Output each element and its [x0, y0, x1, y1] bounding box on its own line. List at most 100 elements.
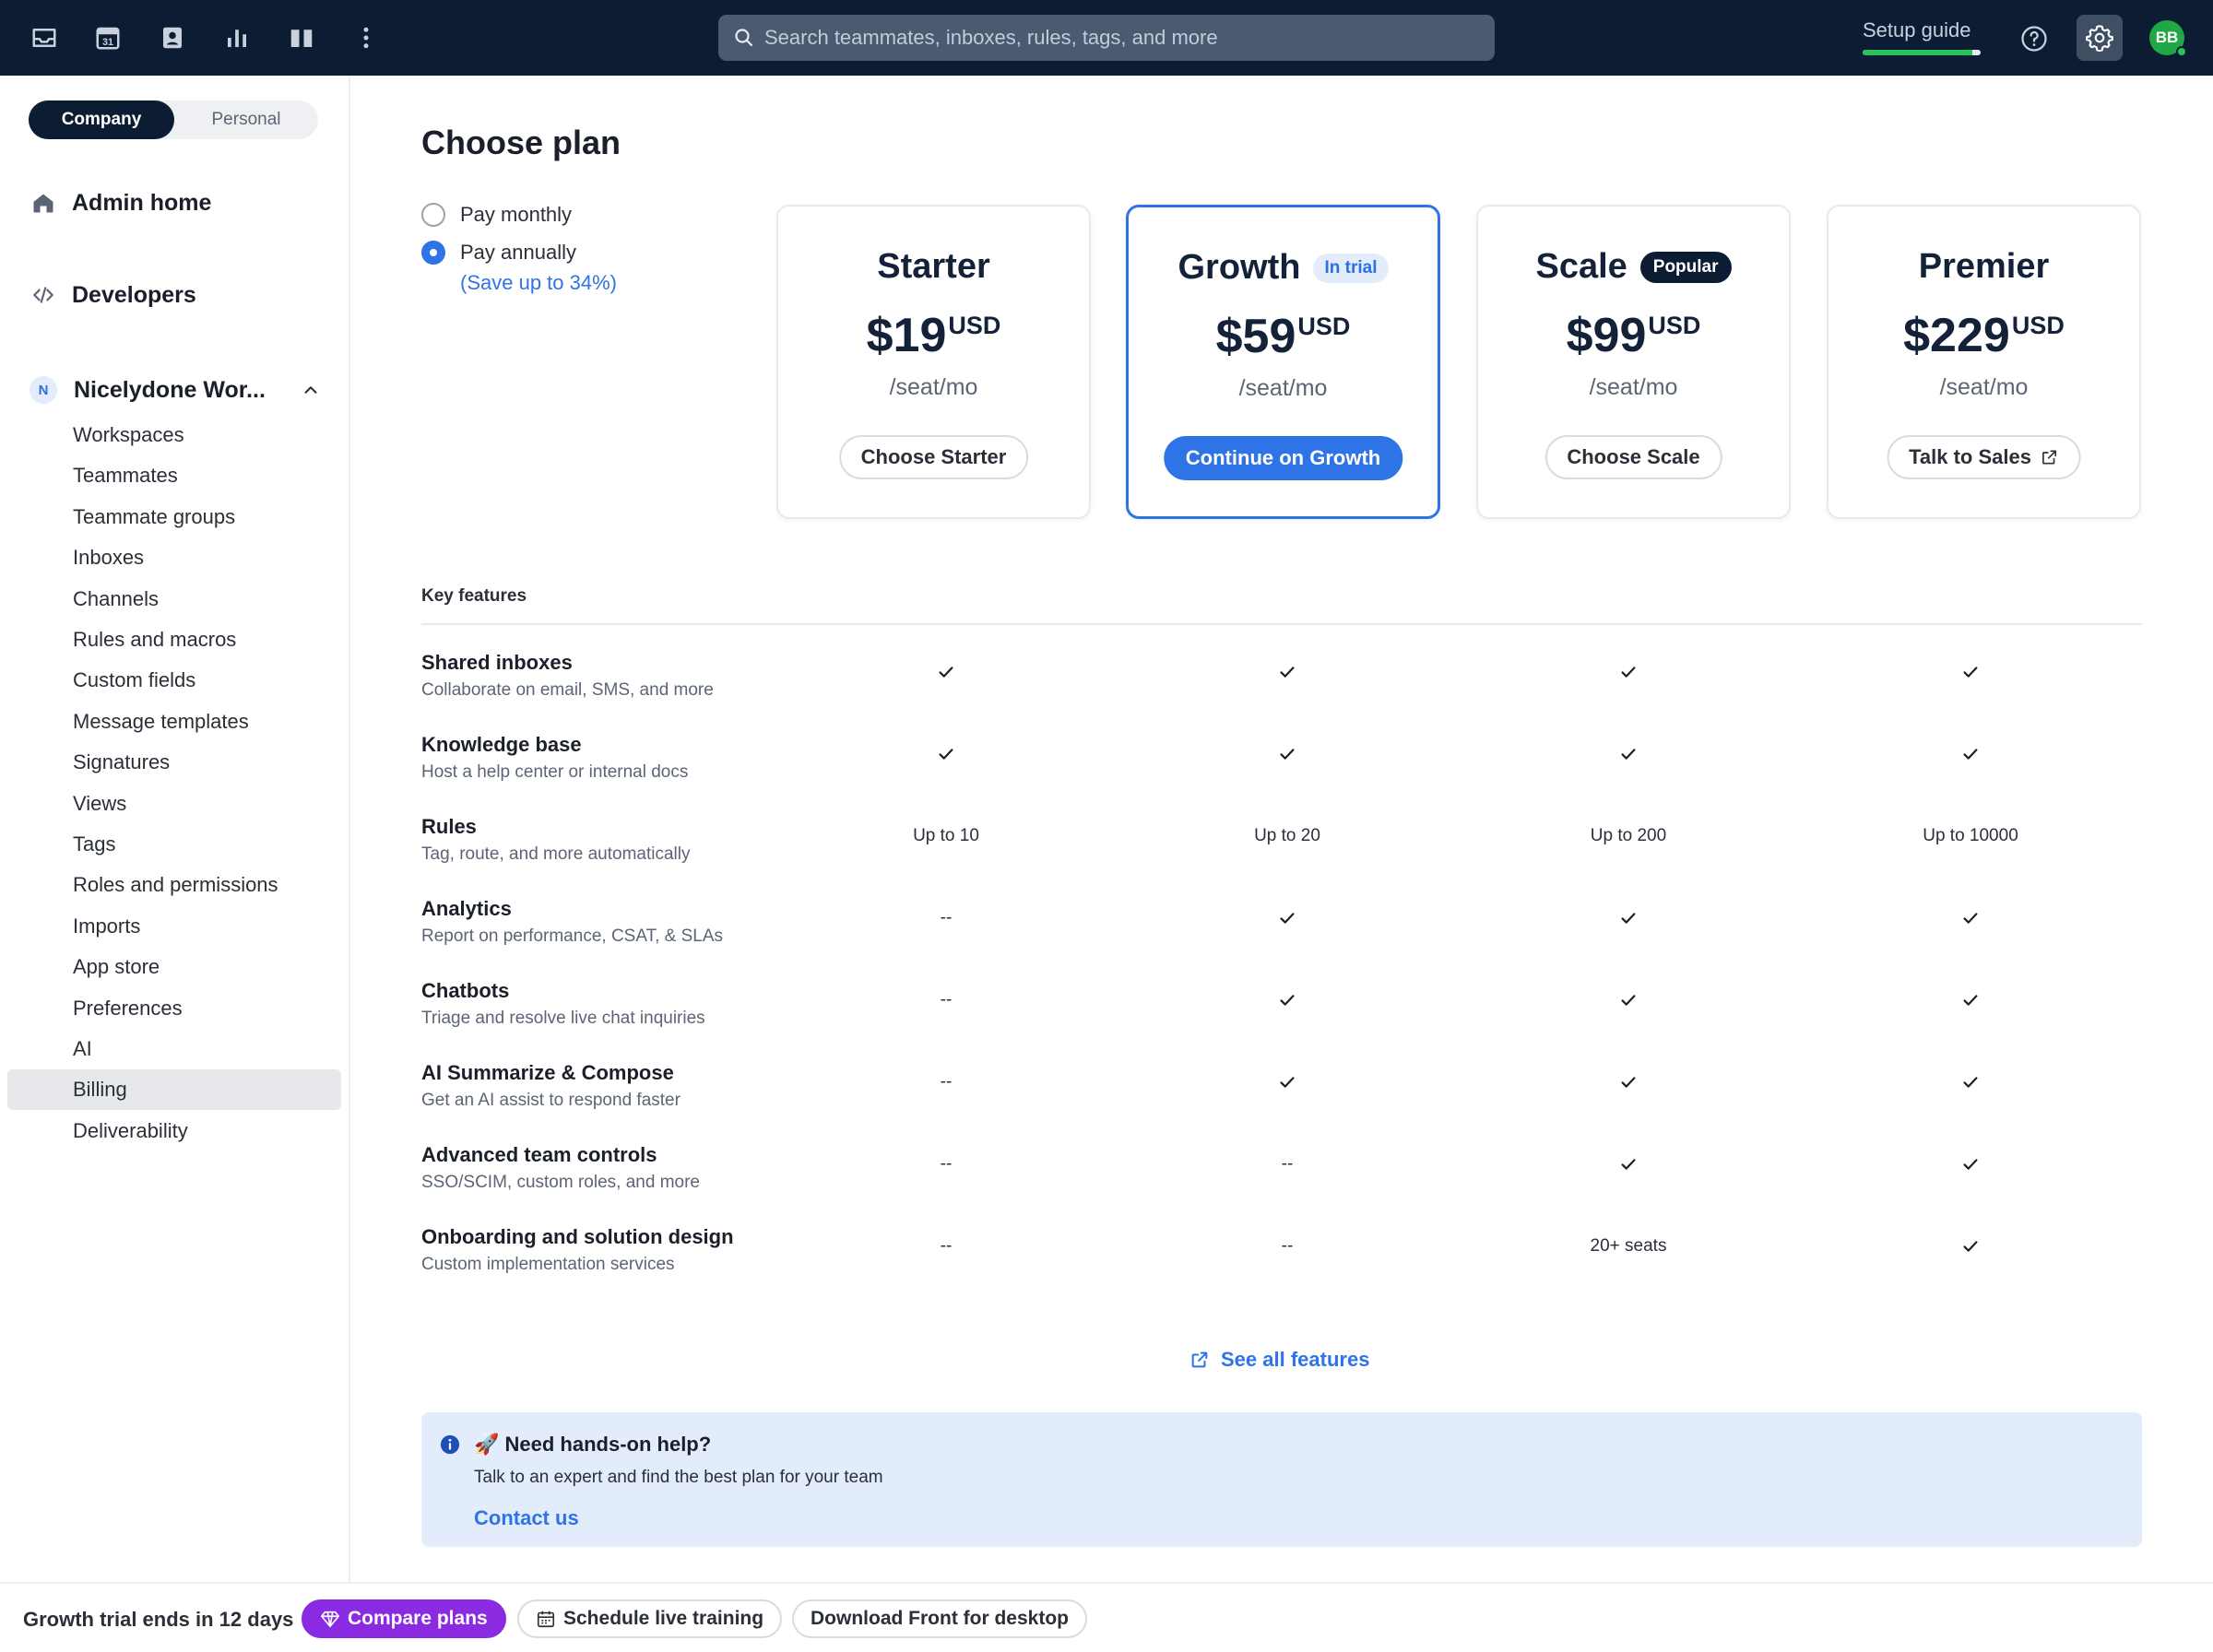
home-icon [30, 189, 57, 217]
check-icon [1167, 904, 1407, 932]
workspace-header[interactable]: N Nicelydone Wor... [30, 376, 323, 404]
compare-plans-button[interactable]: Compare plans [302, 1599, 506, 1638]
sidebar-item-inboxes[interactable]: Inboxes [7, 537, 341, 578]
plan-per-seat: /seat/mo [1589, 374, 1678, 400]
hands-on-help-callout: 🚀 Need hands-on help? Talk to an expert … [421, 1412, 2142, 1547]
choose-scale-button[interactable]: Choose Scale [1544, 435, 1722, 479]
search-bar[interactable] [718, 15, 1495, 61]
setup-progress-fill [1863, 50, 1973, 55]
sidebar-item-views[interactable]: Views [7, 784, 341, 824]
contacts-icon[interactable] [154, 19, 191, 56]
sidebar: Company Personal Admin home Developers N… [0, 76, 350, 1582]
external-link-icon [1191, 1351, 1208, 1368]
sidebar-item-rules-and-macros[interactable]: Rules and macros [7, 620, 341, 660]
feature-row: Rules Tag, route, and more automatically U… [421, 815, 2142, 897]
plan-currency: USD [948, 312, 1001, 339]
save-note: (Save up to 34%) [460, 271, 617, 294]
check-icon [1851, 1150, 2090, 1178]
segment-personal[interactable]: Personal [174, 100, 318, 139]
feature-description: Triage and resolve live chat inquiries [421, 1009, 705, 1028]
sidebar-item-signatures[interactable]: Signatures [7, 742, 341, 783]
sidebar-item-imports[interactable]: Imports [7, 906, 341, 947]
more-icon[interactable] [348, 19, 385, 56]
nav-admin-home[interactable]: Admin home [30, 189, 211, 217]
setup-guide[interactable]: Setup guide [1863, 18, 1982, 59]
check-icon [1509, 1068, 1748, 1096]
knowledge-base-icon[interactable] [283, 19, 320, 56]
feature-name: Analytics [421, 897, 512, 920]
sidebar-item-app-store[interactable]: App store [7, 947, 341, 987]
choose-starter-label: Choose Starter [860, 445, 1007, 468]
sidebar-item-teammate-groups[interactable]: Teammate groups [7, 497, 341, 537]
calendar-icon[interactable]: 31 [89, 19, 126, 56]
schedule-training-label: Schedule live training [563, 1608, 764, 1629]
sidebar-item-custom-fields[interactable]: Custom fields [7, 660, 341, 701]
plan-per-seat: /seat/mo [1238, 375, 1328, 401]
feature-name: Rules [421, 815, 477, 838]
feature-value: Up to 10000 [1923, 826, 2018, 845]
in-trial-badge: In trial [1313, 253, 1389, 283]
nav-developers[interactable]: Developers [30, 281, 196, 309]
check-icon [1167, 740, 1407, 768]
sidebar-item-roles-and-permissions[interactable]: Roles and permissions [7, 865, 341, 905]
talk-to-sales-button[interactable]: Talk to Sales [1887, 435, 2081, 479]
inbox-icon[interactable] [26, 19, 63, 56]
settings-button[interactable] [2077, 15, 2123, 61]
plan-price: $99 [1566, 309, 1647, 362]
sidebar-item-teammates[interactable]: Teammates [7, 455, 341, 496]
see-all-features-link[interactable]: See all features [1189, 1348, 1369, 1372]
pay-annually-label: Pay annually [460, 241, 576, 264]
choose-scale-label: Choose Scale [1567, 445, 1700, 468]
sidebar-item-deliverability[interactable]: Deliverability [7, 1111, 341, 1151]
sidebar-item-workspaces[interactable]: Workspaces [7, 415, 341, 455]
check-icon [826, 740, 1066, 768]
feature-description: Get an AI assist to respond faster [421, 1091, 680, 1110]
sidebar-item-message-templates[interactable]: Message templates [7, 702, 341, 742]
feature-row: AI Summarize & Compose Get an AI assist t… [421, 1061, 2142, 1143]
chevron-up-icon[interactable] [299, 378, 323, 402]
trial-status-text: Growth trial ends in 12 days [23, 1608, 294, 1631]
pay-annually-radio[interactable] [421, 241, 445, 265]
gear-icon [2086, 25, 2113, 53]
sidebar-item-billing[interactable]: Billing [7, 1069, 341, 1111]
analytics-icon[interactable] [219, 19, 255, 56]
feature-value: Up to 10 [913, 826, 979, 845]
feature-name: Advanced team controls [421, 1143, 657, 1166]
plan-price: $19 [866, 309, 947, 362]
pay-monthly-option[interactable]: Pay monthly [421, 203, 572, 227]
help-button[interactable] [2016, 20, 2053, 57]
divider [421, 623, 2142, 625]
sidebar-item-tags[interactable]: Tags [7, 824, 341, 865]
pay-monthly-radio[interactable] [421, 203, 445, 227]
schedule-training-button[interactable]: Schedule live training [517, 1599, 783, 1638]
contact-us-link[interactable]: Contact us [474, 1506, 579, 1530]
setup-progress-bar [1863, 50, 1981, 55]
avatar[interactable]: BB [2149, 20, 2187, 57]
talk-to-sales-label: Talk to Sales [1909, 445, 2031, 468]
pay-annually-option[interactable]: Pay annually [421, 241, 576, 265]
choose-starter-button[interactable]: Choose Starter [838, 435, 1029, 479]
search-input[interactable] [764, 26, 1495, 50]
feature-description: Custom implementation services [421, 1255, 675, 1274]
segment-company[interactable]: Company [29, 100, 174, 139]
feature-row: Onboarding and solution design Custom imp… [421, 1225, 2142, 1307]
sidebar-item-channels[interactable]: Channels [7, 579, 341, 620]
check-icon [1509, 1150, 1748, 1178]
continue-growth-button[interactable]: Continue on Growth [1163, 436, 1403, 480]
plan-card-premier: Premier $229 USD /seat/mo Talk to Sales [1827, 205, 2141, 519]
feature-name: Onboarding and solution design [421, 1225, 734, 1248]
plan-per-seat: /seat/mo [889, 374, 978, 400]
feature-value: -- [940, 1236, 953, 1256]
sidebar-item-ai[interactable]: AI [7, 1029, 341, 1069]
online-status-dot [2176, 46, 2187, 57]
download-desktop-button[interactable]: Download Front for desktop [792, 1599, 1087, 1638]
check-icon [826, 658, 1066, 686]
feature-row: Shared inboxes Collaborate on email, SMS,… [421, 651, 2142, 733]
feature-description: Report on performance, CSAT, & SLAs [421, 926, 724, 946]
sidebar-item-preferences[interactable]: Preferences [7, 988, 341, 1029]
avatar-initials: BB [2155, 29, 2179, 46]
search-icon [735, 29, 753, 47]
feature-value: -- [940, 908, 953, 927]
plan-price: $59 [1215, 310, 1296, 363]
feature-value: -- [1281, 1154, 1294, 1174]
